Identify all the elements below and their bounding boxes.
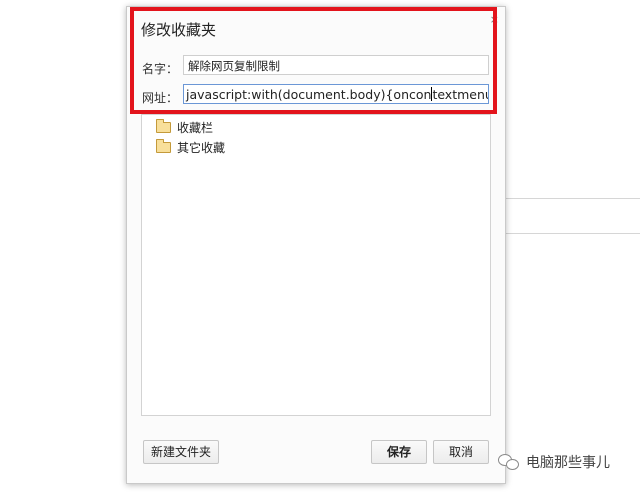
open-folder-icon [156,119,171,133]
folder-item-other-bookmarks[interactable]: 其它收藏 [156,139,225,156]
url-text-start: javascript:with(document.body){oncon [186,87,432,102]
new-folder-button[interactable]: 新建文件夹 [143,440,219,464]
folder-label: 其它收藏 [177,141,226,155]
folder-item-bookmarks-bar[interactable]: 收藏栏 [156,119,213,136]
background-divider-top [506,198,640,199]
watermark-text: 电脑那些事儿 [526,455,610,471]
save-button[interactable]: 保存 [371,440,427,464]
edit-bookmark-dialog: 修改收藏夹 × 名字： 解除网页复制限制 网址： javascript:with… [126,6,506,484]
wechat-icon [498,453,520,471]
cancel-button[interactable]: 取消 [433,440,489,464]
folder-label: 收藏栏 [177,121,214,135]
url-text-end: textmenu='';or [432,87,488,102]
dialog-title: 修改收藏夹 [141,21,217,39]
url-label: 网址： [142,91,179,105]
close-icon[interactable]: × [490,13,499,26]
name-label: 名字： [142,62,179,76]
watermark: 电脑那些事儿 [498,452,610,472]
background-divider-bottom [506,233,640,234]
folder-icon [156,139,171,153]
folder-tree[interactable]: 收藏栏 其它收藏 [141,114,491,416]
url-field[interactable]: javascript:with(document.body){oncontext… [183,84,489,104]
name-field[interactable]: 解除网页复制限制 [183,55,489,75]
